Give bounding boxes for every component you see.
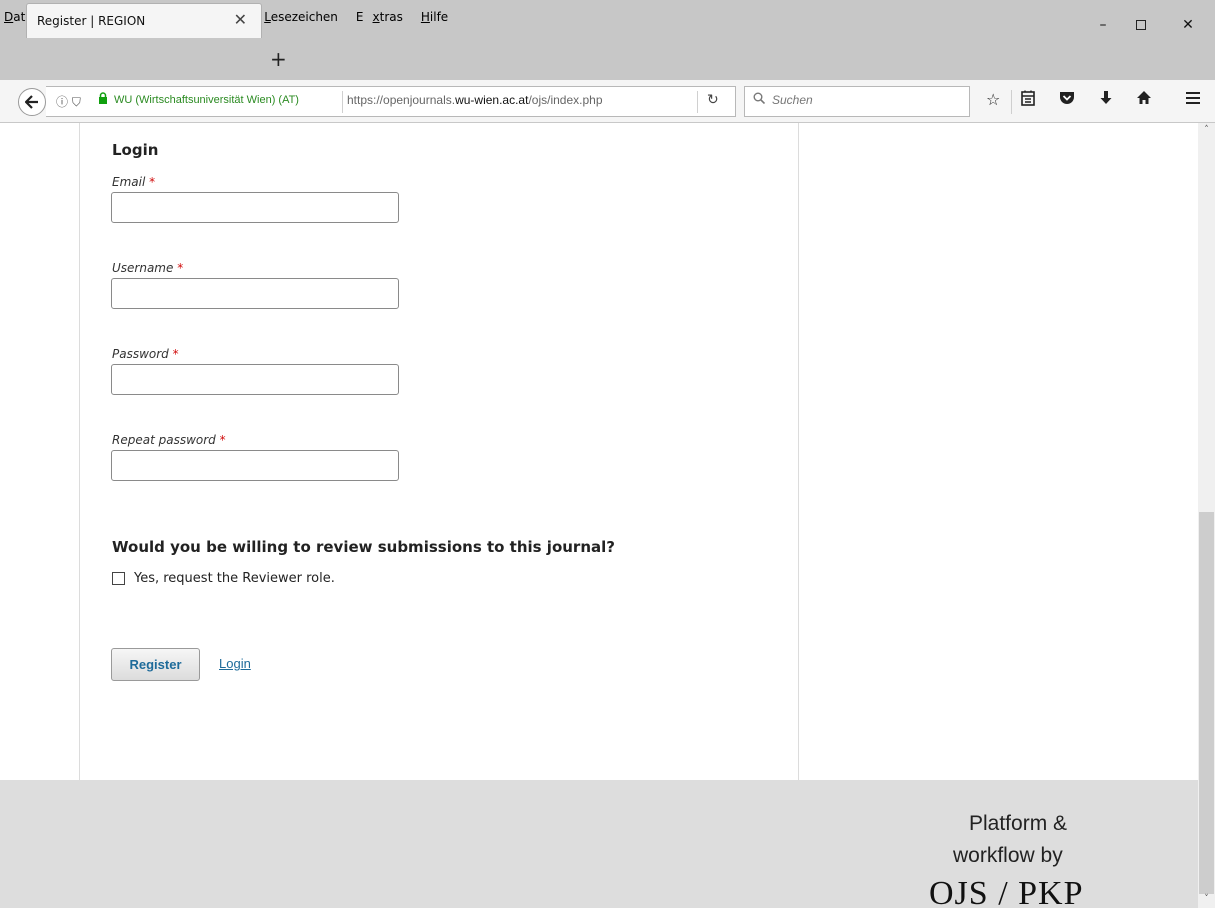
username-label: Username * [112,261,183,275]
footer-text-line1: Platform & [969,812,1068,835]
tab-close-icon[interactable]: ✕ [234,10,247,29]
scrollbar-thumb[interactable] [1199,512,1214,894]
search-icon [753,92,766,108]
close-window-button[interactable]: ✕ [1165,18,1211,38]
bookmark-star-icon[interactable]: ☆ [986,90,1000,109]
scroll-down-arrow-icon[interactable]: ˅ [1198,894,1215,908]
home-icon[interactable] [1136,90,1152,109]
footer-text-line2: workflow by [953,844,1063,867]
email-field[interactable] [111,192,399,223]
required-marker: * [172,347,179,361]
menu-lesezeichen[interactable]: Lesezeichen [264,10,347,24]
site-identity[interactable]: WU (Wirtschaftsuniversität Wien) (AT) [114,94,299,106]
reviewer-question: Would you be willing to review submissio… [112,538,615,556]
url-separator [342,91,343,113]
toolbar-separator [1011,90,1012,114]
url-prefix: https://openjournals. [347,93,456,107]
menu-hilfe-rest: ilfe [429,10,449,24]
download-icon[interactable] [1099,90,1113,110]
repeat-password-label: Repeat password * [112,433,226,447]
reviewer-checkbox[interactable] [112,572,125,585]
search-placeholder: Suchen [772,93,813,107]
tab-title: Register | REGION [37,14,146,28]
reviewer-checkbox-label[interactable]: Yes, request the Reviewer role. [134,571,335,586]
login-section-title: Login [112,141,159,159]
site-info-icon[interactable]: ⓘ ⛉ [56,93,81,110]
back-arrow-icon [24,95,38,109]
sidebar-column-border [798,123,799,780]
required-marker: * [149,175,156,189]
scroll-up-arrow-icon[interactable]: ˄ [1198,125,1215,139]
repeat-password-field[interactable] [111,450,399,481]
menu-extras-pre: E [355,10,364,24]
reload-icon[interactable]: ↻ [707,92,719,108]
pocket-icon[interactable] [1059,90,1075,109]
register-button[interactable]: Register [111,648,200,681]
tab-strip [0,42,1215,80]
password-label-text: Password [112,347,169,361]
ojs-pkp-logo[interactable]: OJS / PKP [929,872,1084,908]
tab-register[interactable]: Register | REGION ✕ [26,3,262,38]
menu-extras-rest: tras [379,10,403,24]
login-link[interactable]: Login [219,656,251,671]
password-label: Password * [112,347,179,361]
username-field[interactable] [111,278,399,309]
required-marker: * [219,433,226,447]
lock-icon [98,92,108,107]
maximize-icon [1136,20,1146,30]
password-field[interactable] [111,364,399,395]
url-path: /ojs/index.php [528,93,603,107]
library-icon[interactable] [1021,90,1035,110]
url-separator-2 [697,91,698,113]
url-domain: wu-wien.ac.at [455,93,529,107]
url-text[interactable]: https://openjournals.wu-wien.ac.at/ojs/i… [347,93,687,107]
menu-extras[interactable]: Extras [356,10,412,24]
email-label-text: Email [112,175,146,189]
main-column-border [79,123,80,780]
back-button[interactable] [18,88,46,116]
email-label: Email * [112,175,155,189]
username-label-text: Username [112,261,174,275]
menu-hilfe[interactable]: Hilfe [421,10,457,24]
menu-lesezeichen-rest: esezeichen [270,10,338,24]
required-marker: * [177,261,184,275]
new-tab-button[interactable]: + [270,47,287,71]
hamburger-menu-icon[interactable] [1185,90,1201,109]
maximize-button[interactable] [1118,18,1164,38]
repeat-password-label-text: Repeat password [112,433,216,447]
